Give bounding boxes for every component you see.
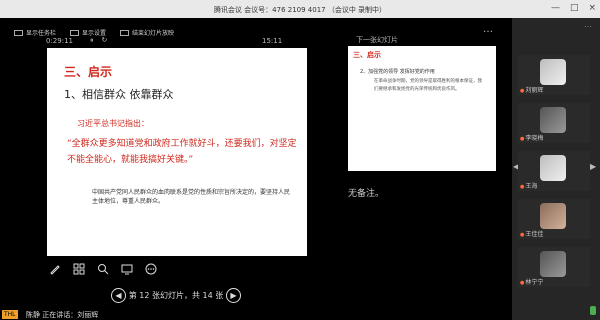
reset-timer-icon[interactable]: ↻ [102,36,108,45]
participant-name: 王海 [520,181,537,190]
prev-slide-button[interactable]: ◀ [111,287,126,303]
presenter-tools [48,262,158,276]
next-slide-heading: 三、启示 [353,51,381,59]
end-show-label: 结束幻灯片放映 [132,30,175,37]
sidebar-next-icon[interactable]: ▶ [590,162,596,171]
slide-heading: 三、启示 [64,65,113,79]
window-controls: — □ × [551,3,596,13]
slide-quote: “全群众更多知道党和政府工作就好斗，还要我们，对坚定不能全能心，就能我搞好关键。… [67,139,297,165]
pen-icon[interactable] [48,262,62,276]
current-slide[interactable]: 三、启示 1、相信群众 依靠群众 习近平总书记指出： “全群众更多知道党和政府工… [47,48,307,256]
participant-tile[interactable]: 王佳佳 [518,199,590,239]
close-button[interactable]: × [588,3,596,13]
end-show-icon [120,29,130,36]
participant-name: 王佳佳 [520,229,543,238]
next-slide-subheading: 2、加强党的领导 发挥好党的作用 [360,69,435,75]
avatar [540,155,566,181]
taskbar-icon [14,29,23,36]
end-show-button[interactable]: 结束幻灯片放映 [120,28,174,37]
participant-tile[interactable]: 王海 [518,151,590,191]
show-taskbar-button[interactable]: 显示任务栏 [14,28,56,37]
next-slide-button[interactable]: ▶ [226,287,241,303]
window-title: 腾讯会议 会议号：476 2109 4017 （会议中 录制中） [213,6,387,14]
show-taskbar-label: 显示任务栏 [26,30,57,37]
participant-tile[interactable]: 刘丽辉 [518,55,590,95]
more-icon[interactable] [144,262,158,276]
avatar [540,251,566,277]
clock: 15:11 [262,37,283,45]
screen-icon[interactable] [120,262,134,276]
participant-name: 刘丽辉 [520,85,543,94]
slide-counter: 第 12 张幻灯片，共 14 张 [128,290,224,300]
next-slide-label: 下一张幻灯片 [356,36,398,44]
speaker-notes: 无备注。 [348,189,385,199]
next-slide-body: 在革命战争时期，党的领导是取得胜利的根本保证，我们要继承和发扬党的光荣传统和优良… [374,79,482,92]
maximize-button[interactable]: □ [570,3,579,13]
status-badge: THL [2,310,18,319]
slide-small-text: 中国共产党同人民群众的血肉联系是党的性质和宗旨所决定的，要坚持人民主体地位，尊重… [92,189,291,205]
timer-controls: ⏸ ↻ [90,36,107,45]
speaking-status: 陈静 正在讲话：刘丽辉 [26,311,99,319]
grid-icon[interactable] [72,262,86,276]
participant-name: 林宁宁 [520,277,543,286]
avatar [540,203,566,229]
avatar [540,59,566,85]
participant-name: 李晓梅 [520,133,543,142]
next-slide-preview[interactable]: 三、启示 2、加强党的领导 发挥好党的作用 在革命战争时期，党的领导是取得胜利的… [348,46,496,171]
pause-timer-icon[interactable]: ⏸ [90,36,94,45]
elapsed-timer: 0:29:11 [46,37,73,45]
window-titlebar: 腾讯会议 会议号：476 2109 4017 （会议中 录制中） — □ × [0,0,600,18]
mic-icon[interactable] [590,306,596,315]
more-options-button[interactable]: … [483,24,494,35]
participant-tile[interactable]: 李晓梅 [518,103,590,143]
minimize-button[interactable]: — [551,3,560,13]
status-bar: THL 陈静 正在讲话：刘丽辉 [0,309,512,320]
zoom-icon[interactable] [96,262,110,276]
display-icon [70,29,80,36]
sidebar-more-button[interactable]: … [584,20,592,29]
slide-pager: ◀ 第 12 张幻灯片，共 14 张 ▶ [111,287,241,303]
participant-tile[interactable]: 林宁宁 [518,247,590,287]
slide-subheading: 1、相信群众 依靠群众 [64,88,174,101]
slide-note: 习近平总书记指出： [77,119,149,128]
avatar [540,107,566,133]
